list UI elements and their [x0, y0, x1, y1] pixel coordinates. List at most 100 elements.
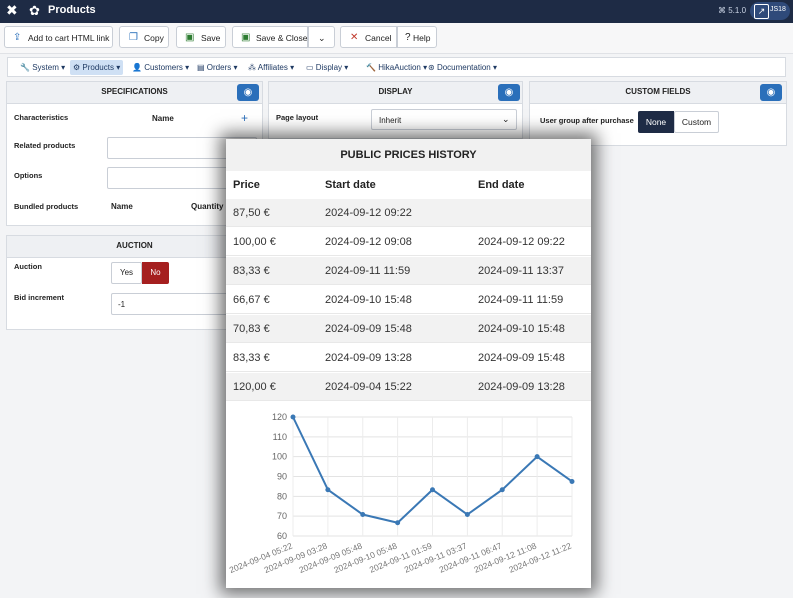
- save-icon: ▣: [241, 32, 251, 43]
- data-point: [499, 487, 505, 493]
- help-icon: ?: [405, 32, 411, 43]
- table-row: 100,00 € 2024-09-12 09:08 2024-09-12 09:22: [226, 228, 591, 256]
- price-cell: 66,67 €: [233, 294, 270, 306]
- data-point: [395, 520, 401, 526]
- column-header-end-date: End date: [478, 179, 525, 191]
- user-group-label: User group after purchase: [540, 116, 634, 125]
- data-point: [464, 512, 470, 518]
- end-date-cell: 2024-09-09 13:28: [478, 381, 565, 393]
- save-button[interactable]: ▣ Save: [176, 26, 226, 48]
- menu-item-orders[interactable]: ▤ Orders ▾: [197, 60, 237, 75]
- eye-icon[interactable]: ◉: [237, 84, 259, 101]
- y-tick-label: 80: [277, 491, 287, 501]
- y-tick-label: 60: [277, 531, 287, 541]
- column-header-price: Price: [233, 179, 260, 191]
- auction-panel: AUCTION Auction Yes No Bid increment -1: [6, 235, 263, 330]
- table-header: Price Start date End date: [226, 171, 591, 200]
- custom-fields-panel-header: CUSTOM FIELDS ◉: [530, 82, 786, 104]
- custom-fields-panel: CUSTOM FIELDS ◉ User group after purchas…: [529, 81, 787, 146]
- end-date-cell: 2024-09-10 15:48: [478, 323, 565, 335]
- user-group-custom-button[interactable]: Custom: [674, 111, 719, 133]
- display-title: DISPLAY: [378, 87, 413, 96]
- display-panel: DISPLAY ◉ Page layout Inherit ⌄: [268, 81, 523, 139]
- start-date-cell: 2024-09-04 15:22: [325, 381, 412, 393]
- y-tick-label: 70: [277, 511, 287, 521]
- table-row: 83,33 € 2024-09-09 13:28 2024-09-09 15:48: [226, 344, 591, 372]
- menu-item-products[interactable]: ⚙ Products ▾: [70, 60, 124, 75]
- column-header-start-date: Start date: [325, 179, 376, 191]
- y-tick-label: 120: [272, 412, 287, 422]
- menu-item-affiliates[interactable]: ⁂ Affiliates ▾: [248, 60, 294, 75]
- price-line-chart: 607080901001101202024-09-04 05:222024-09…: [228, 412, 575, 575]
- version-label: ⌘ 5.1.0: [718, 6, 747, 15]
- cancel-button[interactable]: ✕ Cancel: [340, 26, 397, 48]
- price-cell: 83,33 €: [233, 265, 270, 277]
- copy-icon: ❐: [129, 32, 138, 43]
- menu-item-documentation[interactable]: ⊛ Documentation ▾: [428, 60, 497, 75]
- table-row: 66,67 € 2024-09-10 15:48 2024-09-11 11:59: [226, 286, 591, 314]
- end-date-cell: 2024-09-09 15:48: [478, 352, 565, 364]
- table-row: 70,83 € 2024-09-09 15:48 2024-09-10 15:48: [226, 315, 591, 343]
- data-point: [430, 487, 435, 493]
- bundle-quantity-column: Quantity: [191, 202, 224, 211]
- external-link-icon: ↗: [754, 4, 769, 19]
- user-menu-button[interactable]: ↗ JS18: [750, 2, 790, 20]
- data-point: [325, 487, 331, 493]
- chevron-down-icon: ⌄: [502, 114, 510, 124]
- bid-increment-input[interactable]: -1: [111, 293, 241, 315]
- page-layout-select[interactable]: Inherit ⌄: [371, 109, 517, 130]
- table-row: 83,33 € 2024-09-11 11:59 2024-09-11 13:37: [226, 257, 591, 285]
- user-group-none-button[interactable]: None: [638, 111, 674, 133]
- page-title: Products: [48, 4, 96, 16]
- specifications-panel-header: SPECIFICATIONS ◉: [7, 82, 262, 104]
- save-dropdown-toggle[interactable]: ⌄: [308, 26, 335, 48]
- menu-item-hikaauction[interactable]: 🔨 HikaAuction ▾: [366, 60, 427, 75]
- auction-yes-button[interactable]: Yes: [111, 262, 142, 284]
- end-date-cell: 2024-09-11 13:37: [478, 265, 565, 277]
- y-tick-label: 90: [277, 472, 287, 482]
- bid-increment-value: -1: [118, 300, 126, 309]
- display-panel-header: DISPLAY ◉: [269, 82, 522, 104]
- price-cell: 120,00 €: [233, 381, 276, 393]
- start-date-cell: 2024-09-09 13:28: [325, 352, 412, 364]
- save-icon: ▣: [185, 32, 195, 43]
- y-tick-label: 100: [272, 452, 287, 462]
- characteristics-name-column: Name: [152, 114, 174, 123]
- options-label: Options: [14, 171, 43, 180]
- eye-icon[interactable]: ◉: [498, 84, 520, 101]
- menu-item-system[interactable]: 🔧 System ▾: [20, 60, 65, 75]
- version-number: 5.1.0: [728, 6, 747, 15]
- start-date-cell: 2024-09-10 15:48: [325, 294, 412, 306]
- page-layout-label: Page layout: [276, 113, 319, 122]
- start-date-cell: 2024-09-12 09:22: [325, 207, 412, 219]
- help-button[interactable]: ? Help: [397, 26, 437, 48]
- price-history-chart: 60 70 80 90 100 110 120 2024-09-04 05:22 2024-09…: [226, 401, 591, 588]
- menu-item-display[interactable]: ▭ Display ▾: [306, 60, 348, 75]
- close-icon: ✕: [350, 32, 359, 43]
- start-date-cell: 2024-09-09 15:48: [325, 323, 412, 335]
- auction-no-button[interactable]: No: [142, 262, 169, 284]
- hikashop-menu-bar: 🔧 System ▾ ⚙ Products ▾ 👤 Customers ▾ ▤ …: [7, 57, 786, 77]
- top-bar: ✖ ✿ Products ⌘ 5.1.0 ↗ JS18: [0, 0, 793, 23]
- y-tick-label: 110: [273, 432, 287, 442]
- price-cell: 70,83 €: [233, 323, 270, 335]
- start-date-cell: 2024-09-12 09:08: [325, 236, 412, 248]
- joomla-logo-icon[interactable]: ✖: [6, 3, 21, 18]
- add-to-cart-html-link-button[interactable]: ⇪ Add to cart HTML link: [4, 26, 113, 48]
- data-point: [360, 512, 366, 518]
- related-products-label: Related products: [14, 141, 76, 150]
- user-label: JS18: [770, 6, 786, 13]
- start-date-cell: 2024-09-11 11:59: [325, 265, 411, 277]
- save-close-button[interactable]: ▣ Save & Close: [232, 26, 308, 48]
- custom-fields-title: CUSTOM FIELDS: [625, 87, 691, 96]
- bid-increment-label: Bid increment: [14, 293, 65, 302]
- menu-item-customers[interactable]: 👤 Customers ▾: [132, 60, 189, 75]
- specifications-title: SPECIFICATIONS: [101, 87, 168, 96]
- modal-title: PUBLIC PRICES HISTORY: [340, 149, 477, 161]
- eye-icon[interactable]: ◉: [760, 84, 782, 101]
- copy-button[interactable]: ❐ Copy: [119, 26, 169, 48]
- page-layout-value: Inherit: [379, 116, 402, 125]
- table-row: 120,00 € 2024-09-04 15:22 2024-09-09 13:28: [226, 373, 591, 401]
- price-cell: 87,50 €: [233, 207, 270, 219]
- add-characteristic-plus-icon[interactable]: +: [241, 111, 248, 125]
